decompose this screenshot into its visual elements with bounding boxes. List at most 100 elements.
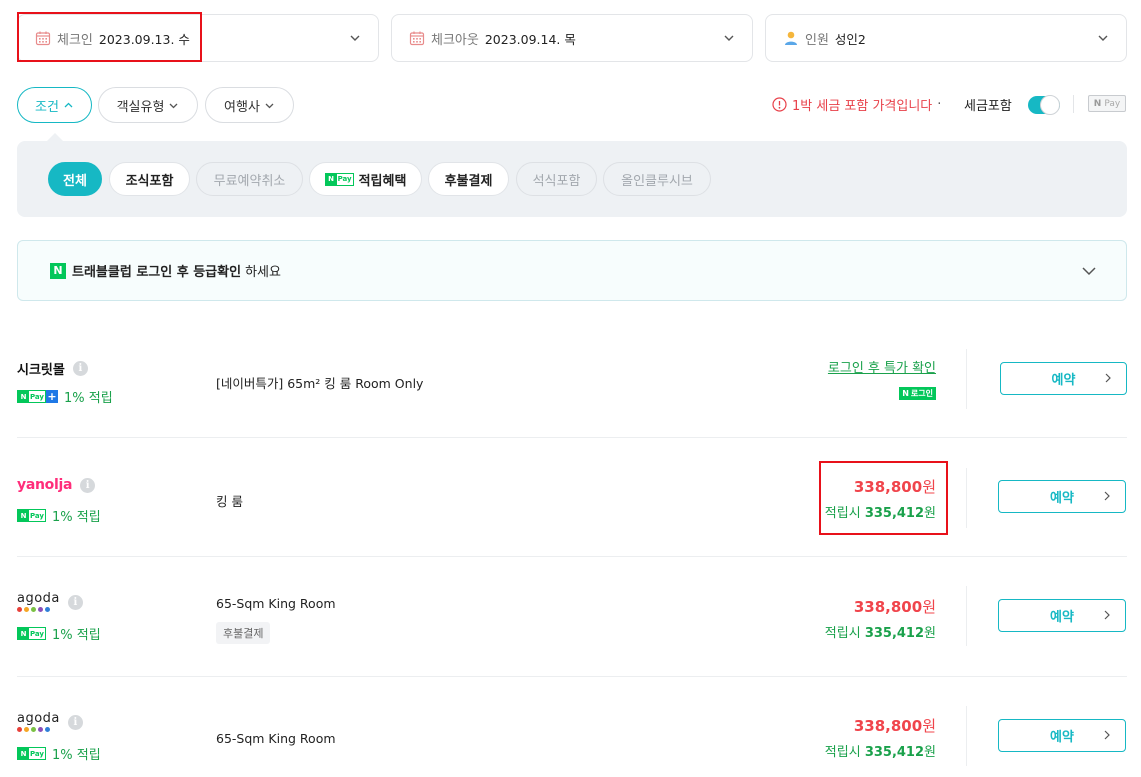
filter-agency-label: 여행사 <box>224 99 260 115</box>
login-for-deal-link[interactable]: 로그인 후 특가 확인 <box>828 357 936 376</box>
npay-filter-icon[interactable]: N Pay <box>1088 95 1126 112</box>
offer-row: yanolja i N Pay 1% 적립 킹 룸 338,800원 적립시 33… <box>17 458 1127 548</box>
reward-text: 1% 적립 <box>52 510 101 525</box>
row-divider <box>17 437 1127 438</box>
chip-pay-later[interactable]: 후불결제 <box>428 162 509 196</box>
checkout-selector[interactable]: 체크아웃 2023.09.14. 목 <box>391 14 753 62</box>
room-name: 킹 룸 <box>216 494 243 509</box>
price-value: 338,800 <box>853 717 923 735</box>
info-icon[interactable]: i <box>67 594 83 610</box>
info-icon[interactable]: i <box>80 477 96 493</box>
pay-later-tag: 후불결제 <box>216 622 271 644</box>
chevron-down-icon <box>169 103 178 108</box>
dot-separator: · <box>937 97 942 112</box>
chevron-right-icon <box>1104 491 1110 501</box>
reward-text: 1% 적립 <box>52 748 101 763</box>
divider <box>1073 95 1074 113</box>
plus-icon: + <box>46 390 58 403</box>
divider <box>966 349 967 409</box>
earn-price: 적립시 335,412원 <box>825 741 936 760</box>
filter-room-type-label: 객실유형 <box>116 99 165 115</box>
chip-dinner[interactable]: 석식포함 <box>516 162 597 196</box>
room-name: 65-Sqm King Room <box>216 596 336 611</box>
agoda-logo-text: agoda <box>17 711 60 726</box>
chip-pay-later-label: 후불결제 <box>444 173 493 189</box>
chip-free-cancel[interactable]: 무료예약취소 <box>196 162 303 196</box>
chevron-up-icon <box>64 102 73 107</box>
filter-room-type-button[interactable]: 객실유형 <box>98 87 198 123</box>
row-divider <box>17 556 1127 557</box>
person-icon <box>785 31 797 45</box>
reward-text: 1% 적립 <box>64 391 113 406</box>
guests-label: 인원 <box>805 32 829 48</box>
tax-note-text: 1박 세금 포함 가격입니다 <box>792 99 933 114</box>
tax-toggle[interactable] <box>1028 95 1060 115</box>
login-badge-label: 로그인 <box>910 389 933 398</box>
earn-price-value: 335,412 <box>864 745 925 760</box>
offer-row: 시크릿몰 i N Pay + 1% 적립 [네이버특가] 65m² 킹 룸 Roo… <box>17 340 1127 420</box>
book-button-label: 예약 <box>1051 373 1076 388</box>
seller-name: 시크릿몰 i <box>17 359 88 378</box>
seller-name: agoda i <box>17 712 83 732</box>
divider <box>966 706 967 766</box>
chip-breakfast[interactable]: 조식포함 <box>109 162 190 196</box>
chip-reward[interactable]: N Pay 적립혜택 <box>309 162 422 196</box>
book-button[interactable]: 예약 <box>1000 362 1127 395</box>
alert-icon <box>772 97 787 112</box>
guests-selector[interactable]: 인원 성인2 <box>765 14 1127 62</box>
price-currency: 원 <box>922 598 936 616</box>
chevron-down-icon <box>350 35 360 41</box>
chevron-right-icon <box>1105 373 1111 383</box>
book-button-label: 예약 <box>1050 730 1074 745</box>
room-name: [네이버특가] 65m² 킹 룸 Room Only <box>216 376 424 391</box>
reward-text: 1% 적립 <box>52 628 101 643</box>
offer-row: agoda i N Pay 1% 적립 65-Sqm King Room 후불결제… <box>17 576 1127 666</box>
book-button-label: 예약 <box>1050 610 1074 625</box>
book-button[interactable]: 예약 <box>998 599 1126 632</box>
travel-club-banner[interactable]: N 트래블클럽 로그인 후 등급확인 하세요 <box>17 240 1127 301</box>
book-button[interactable]: 예약 <box>998 480 1126 513</box>
reward-info: N Pay 1% 적립 <box>17 506 101 525</box>
reward-info: N Pay + 1% 적립 <box>17 387 113 406</box>
checkout-label: 체크아웃 <box>431 32 479 48</box>
chip-all[interactable]: 전체 <box>48 162 102 196</box>
divider <box>966 586 967 646</box>
chip-reward-label: 적립혜택 <box>358 173 407 189</box>
chip-all-inclusive-label: 올인클루시브 <box>621 173 693 189</box>
info-icon[interactable]: i <box>67 714 83 730</box>
n-logo-icon: N <box>1093 98 1102 109</box>
filter-condition-button[interactable]: 조건 <box>17 87 92 123</box>
yanolja-logo: yanolja <box>17 477 73 493</box>
chevron-down-icon <box>724 35 734 41</box>
price-value: 338,800 <box>853 598 923 616</box>
agoda-dots <box>17 607 50 612</box>
earn-price: 적립시 335,412원 <box>825 622 936 641</box>
earn-currency: 원 <box>924 745 936 760</box>
chip-all-inclusive[interactable]: 올인클루시브 <box>603 162 711 196</box>
chip-dinner-label: 석식포함 <box>532 173 581 189</box>
chip-free-cancel-label: 무료예약취소 <box>213 173 286 189</box>
filter-condition-label: 조건 <box>35 99 59 115</box>
chevron-down-icon <box>1082 267 1096 276</box>
room-name: 65-Sqm King Room <box>216 731 336 746</box>
login-badge: N 로그인 <box>899 387 936 400</box>
checkout-date: 2023.09.14. 목 <box>484 31 576 47</box>
seller-label: 시크릿몰 <box>17 363 65 378</box>
price: 338,800원 <box>854 596 936 617</box>
filter-agency-button[interactable]: 여행사 <box>205 87 294 123</box>
book-button[interactable]: 예약 <box>998 719 1126 752</box>
chevron-down-icon <box>1098 35 1108 41</box>
tax-note: 1박 세금 포함 가격입니다 · <box>772 95 941 114</box>
npay-icon: N Pay <box>17 627 46 640</box>
banner-rest-text: 하세요 <box>245 265 281 280</box>
agoda-logo: agoda <box>17 592 60 612</box>
info-icon[interactable]: i <box>72 361 88 376</box>
chevron-down-icon <box>265 103 274 108</box>
agoda-dots <box>17 727 50 732</box>
price-highlight-box <box>819 461 948 535</box>
reward-info: N Pay 1% 적립 <box>17 624 101 643</box>
npay-label: Pay <box>1104 98 1121 109</box>
earn-price-value: 335,412 <box>864 626 925 641</box>
row-divider <box>17 676 1127 677</box>
guests-value: 성인2 <box>834 31 866 47</box>
